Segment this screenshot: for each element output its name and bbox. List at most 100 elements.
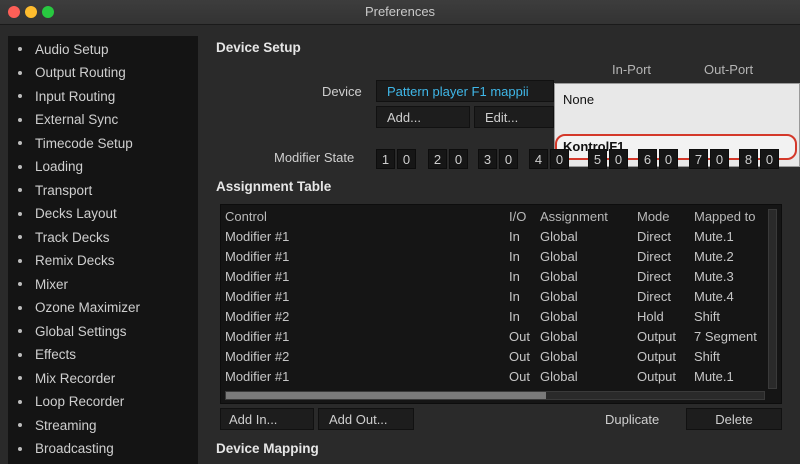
delete-button[interactable]: Delete: [686, 408, 782, 430]
bullet-icon: [18, 446, 22, 451]
sidebar-item-remix-decks[interactable]: Remix Decks: [8, 250, 198, 272]
table-row[interactable]: Modifier #2 In Global Hold Shift: [221, 309, 769, 329]
column-header-control[interactable]: Control: [225, 209, 267, 224]
bullet-icon: [18, 423, 22, 427]
table-row[interactable]: Modifier #1 In Global Direct Mute.2: [221, 249, 769, 269]
cell-assignment: Global: [540, 229, 578, 244]
main-panel: Device Setup In-Port Out-Port Device Pat…: [198, 24, 800, 464]
cell-assignment: Global: [540, 269, 578, 284]
column-header-mapped-to[interactable]: Mapped to: [694, 209, 755, 224]
vertical-scrollbar[interactable]: [768, 209, 777, 389]
sidebar-item-label: Mixer: [35, 276, 68, 292]
column-header-mode[interactable]: Mode: [637, 209, 670, 224]
add-out-button[interactable]: Add Out...: [318, 408, 414, 430]
bullet-icon: [18, 188, 22, 192]
modifier-index-box: 2: [428, 149, 447, 169]
table-row[interactable]: Modifier #2 Out Global Output Shift: [221, 349, 769, 369]
sidebar-item-streaming[interactable]: Streaming: [8, 414, 198, 436]
modifier-value-box: 0: [710, 149, 729, 169]
sidebar-item-label: Remix Decks: [35, 253, 115, 268]
table-row[interactable]: Modifier #1 Out Global Output Mute.1: [221, 369, 769, 389]
sidebar-item-input-routing[interactable]: Input Routing: [8, 85, 198, 107]
sidebar-item-global-settings[interactable]: Global Settings: [8, 320, 198, 342]
modifier-index-box: 7: [689, 149, 708, 169]
sidebar-item-broadcasting[interactable]: Broadcasting: [8, 438, 198, 460]
bullet-icon: [18, 211, 22, 216]
sidebar-item-loading[interactable]: Loading: [8, 156, 198, 178]
bullet-icon: [18, 117, 22, 122]
sidebar-item-timecode-setup[interactable]: Timecode Setup: [8, 132, 198, 154]
table-row[interactable]: Modifier #1 Out Global Output 7 Segment: [221, 329, 769, 349]
sidebar-item-label: Audio Setup: [35, 41, 109, 57]
cell-assignment: Global: [540, 309, 578, 324]
cell-io: In: [509, 229, 520, 244]
cell-mode: Direct: [637, 269, 671, 284]
sidebar-item-label: Streaming: [35, 417, 97, 433]
assignment-table-title: Assignment Table: [216, 179, 332, 194]
sidebar-item-label: Decks Layout: [35, 206, 117, 221]
sidebar-item-loop-recorder[interactable]: Loop Recorder: [8, 391, 198, 413]
edit-device-button[interactable]: Edit...: [474, 106, 554, 128]
cell-mapped-to: Shift: [694, 309, 721, 324]
sidebar-item-effects[interactable]: Effects: [8, 344, 198, 366]
modifier-index-box: 8: [739, 149, 758, 169]
bullet-icon: [18, 94, 22, 98]
sidebar-item-mixer[interactable]: Mixer: [8, 273, 198, 295]
cell-mode: Output: [637, 349, 677, 364]
sidebar-item-external-sync[interactable]: External Sync: [8, 109, 198, 131]
modifier-state-label: Modifier State: [274, 150, 355, 165]
cell-io: Out: [509, 329, 530, 344]
sidebar-item-label: Loading: [35, 159, 84, 174]
sidebar-item-track-decks[interactable]: Track Decks: [8, 226, 198, 248]
device-select[interactable]: Pattern player F1 mappii: [376, 80, 554, 102]
sidebar-item-label: Output Routing: [35, 65, 126, 80]
cell-mode: Direct: [637, 229, 671, 244]
cell-io: Out: [509, 349, 530, 364]
cell-control: Modifier #1: [225, 269, 290, 284]
device-setup-title: Device Setup: [216, 40, 301, 55]
cell-mapped-to: Mute.3: [694, 269, 734, 284]
bullet-icon: [18, 141, 22, 145]
table-row[interactable]: Modifier #1 In Global Direct Mute.4: [221, 289, 769, 309]
sidebar-item-mix-recorder[interactable]: Mix Recorder: [8, 367, 198, 389]
sidebar-item-label: Global Settings: [35, 323, 127, 339]
modifier-value-box: 0: [449, 149, 468, 169]
column-header-assignment[interactable]: Assignment: [540, 209, 608, 224]
sidebar-item-output-routing[interactable]: Output Routing: [8, 62, 198, 84]
modifier-index-box: 6: [638, 149, 657, 169]
modifier-index-box: 5: [588, 149, 607, 169]
bullet-icon: [18, 376, 22, 380]
cell-mode: Hold: [637, 309, 664, 324]
window-title: Preferences: [364, 4, 436, 19]
bullet-icon: [18, 305, 22, 310]
cell-mapped-to: Mute.4: [694, 289, 734, 304]
cell-io: In: [509, 249, 520, 264]
cell-control: Modifier #1: [225, 369, 290, 384]
cell-control: Modifier #1: [225, 329, 290, 344]
cell-io: In: [509, 269, 520, 284]
column-header-io[interactable]: I/O: [509, 209, 526, 224]
sidebar-item-ozone-maximizer[interactable]: Ozone Maximizer: [8, 297, 198, 319]
table-row[interactable]: Modifier #1 In Global Direct Mute.3: [221, 269, 769, 289]
bullet-icon: [18, 258, 22, 263]
sidebar-item-label: Track Decks: [35, 229, 110, 245]
sidebar-item-label: Transport: [35, 182, 93, 198]
bullet-icon: [18, 47, 22, 51]
cell-io: In: [509, 309, 520, 324]
cell-mode: Output: [637, 329, 677, 344]
horizontal-scrollbar[interactable]: [225, 391, 765, 400]
horizontal-scrollbar-thumb[interactable]: [226, 392, 546, 399]
sidebar-item-audio-setup[interactable]: Audio Setup: [8, 38, 198, 60]
add-in-button[interactable]: Add In...: [220, 408, 314, 430]
add-device-button[interactable]: Add...: [376, 106, 470, 128]
table-row[interactable]: Modifier #1 In Global Direct Mute.1: [221, 229, 769, 249]
sidebar-item-decks-layout[interactable]: Decks Layout: [8, 203, 198, 225]
duplicate-button[interactable]: Duplicate: [590, 408, 676, 430]
cell-mode: Direct: [637, 289, 671, 304]
cell-assignment: Global: [540, 369, 578, 384]
cell-control: Modifier #2: [225, 349, 290, 364]
cell-control: Modifier #1: [225, 229, 290, 244]
cell-mapped-to: 7 Segment: [694, 329, 757, 344]
sidebar-item-transport[interactable]: Transport: [8, 179, 198, 201]
dropdown-option-none[interactable]: None: [563, 92, 594, 107]
